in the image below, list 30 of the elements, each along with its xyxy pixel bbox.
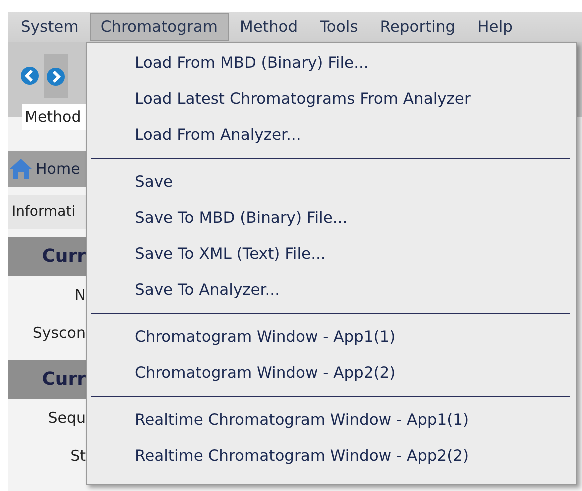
menu-item[interactable]: Chromatogram bbox=[90, 12, 229, 42]
method-field[interactable]: Method bbox=[22, 104, 86, 130]
menu-entry[interactable]: Save To MBD (Binary) File... bbox=[87, 200, 576, 236]
menu-item[interactable]: System bbox=[10, 12, 90, 42]
menu-entry[interactable]: Chromatogram Window - App2(2) bbox=[87, 355, 576, 391]
field-label: St bbox=[70, 446, 86, 467]
menu-item[interactable]: Reporting bbox=[369, 12, 467, 42]
menu-entry[interactable]: Save bbox=[87, 164, 576, 200]
menu-entry[interactable]: Load From MBD (Binary) File... bbox=[87, 45, 576, 81]
menu-entry[interactable]: Load From Analyzer... bbox=[87, 117, 576, 153]
back-icon[interactable] bbox=[20, 66, 40, 86]
menu-item[interactable]: Tools bbox=[309, 12, 370, 42]
menu-entry[interactable]: Load Latest Chromatograms From Analyzer bbox=[87, 81, 576, 117]
menu-entry[interactable]: Save To XML (Text) File... bbox=[87, 236, 576, 272]
home-tab[interactable]: Home bbox=[8, 151, 86, 187]
section-header: Curr bbox=[8, 360, 86, 399]
field-label: Syscon bbox=[32, 322, 86, 344]
field-label: Sequ bbox=[47, 408, 86, 429]
menu-item[interactable]: Help bbox=[466, 12, 524, 42]
home-tab-label[interactable]: Home bbox=[36, 158, 80, 180]
menu-entry[interactable]: Realtime Chromatogram Window - App2(2) bbox=[87, 438, 576, 474]
section-header: Curr bbox=[8, 237, 86, 276]
information-tab[interactable]: Informati bbox=[8, 195, 86, 229]
menu-item[interactable]: Method bbox=[228, 12, 310, 42]
menu-entry[interactable]: Realtime Chromatogram Window - App1(1) bbox=[87, 402, 576, 438]
forward-icon[interactable] bbox=[46, 66, 66, 87]
menu-entry[interactable]: Chromatogram Window - App1(1) bbox=[87, 319, 576, 355]
menu-entry[interactable]: Save To Analyzer... bbox=[87, 272, 576, 308]
house-icon bbox=[9, 158, 33, 180]
field-label: N bbox=[74, 284, 86, 306]
